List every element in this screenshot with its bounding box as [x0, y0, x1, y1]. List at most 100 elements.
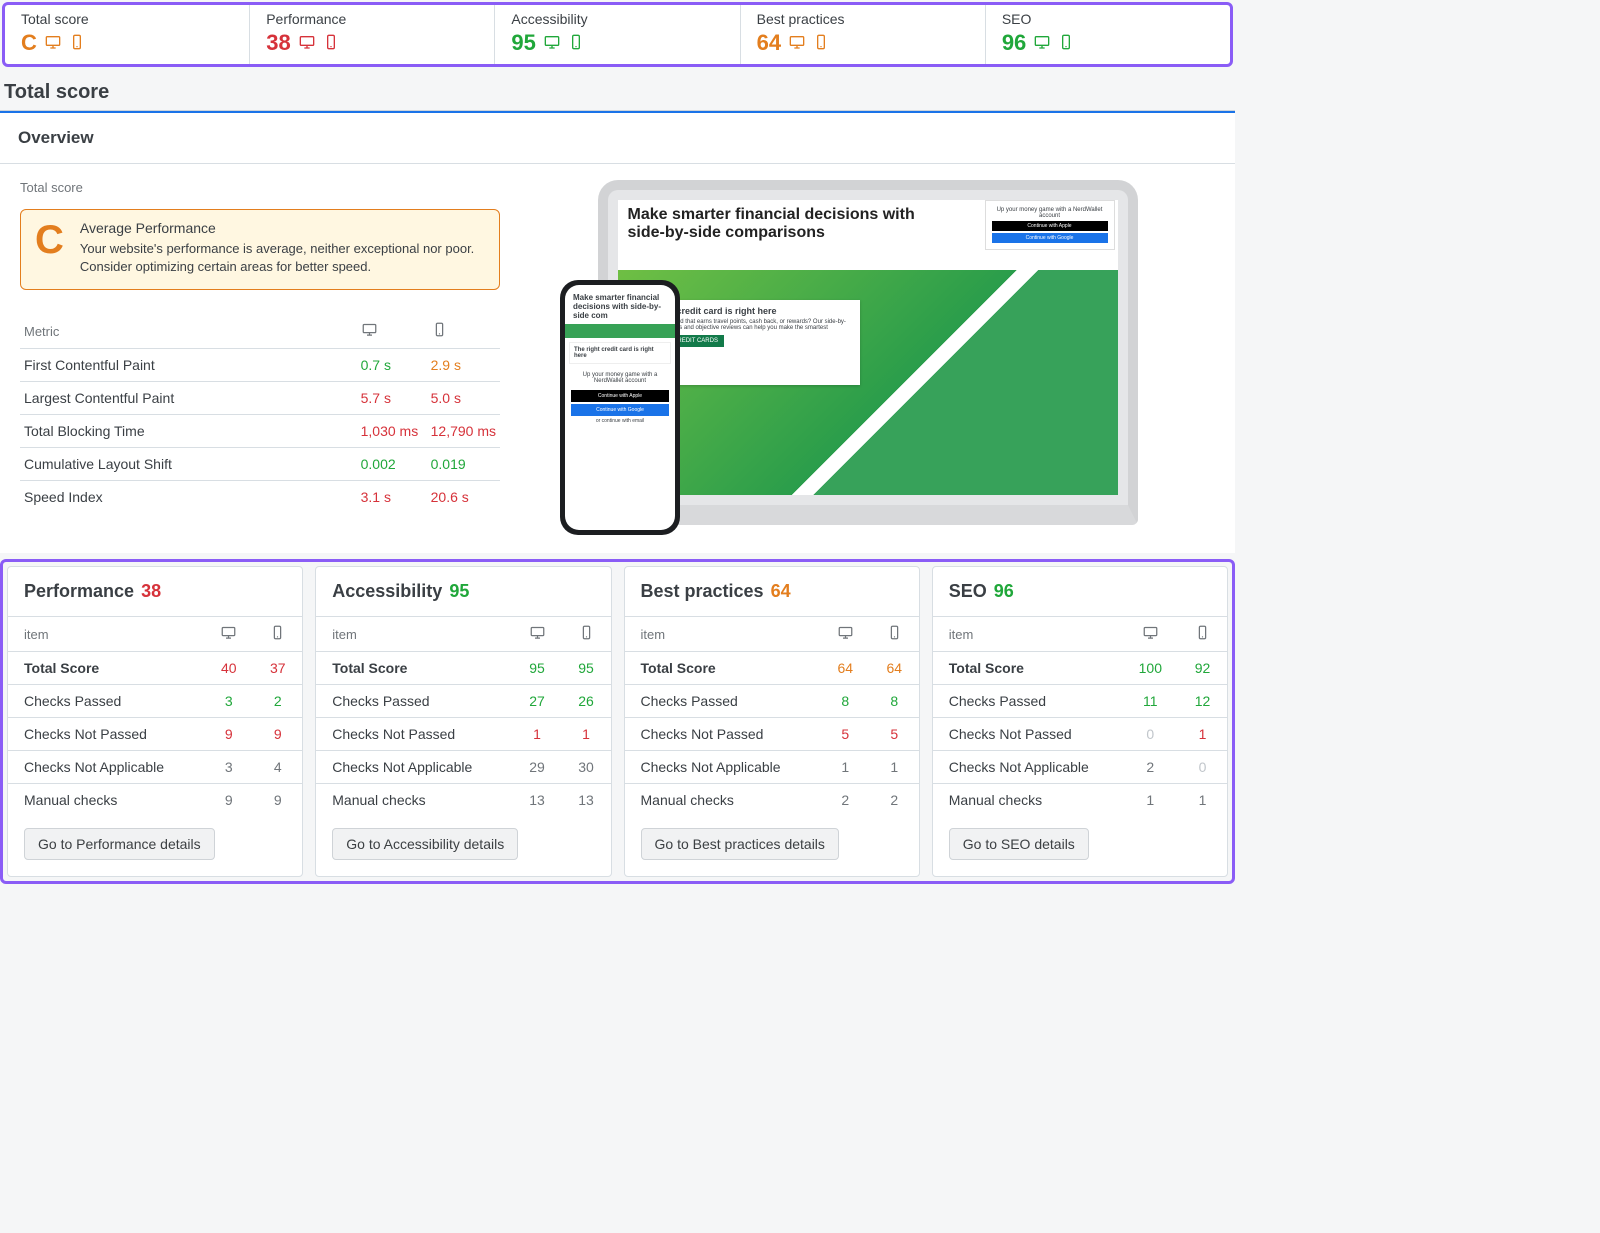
- card-row-label: Manual checks: [8, 784, 204, 817]
- card-mobile-value: 12: [1178, 685, 1227, 718]
- card-desktop-value: 2: [1123, 751, 1178, 784]
- detail-card: Accessibility 95 item Total Score 95 95 …: [315, 566, 611, 877]
- card-score: 64: [771, 581, 791, 601]
- summary-col-4[interactable]: SEO 96: [986, 5, 1230, 64]
- preview-popup: Up your money game with a NerdWallet acc…: [985, 200, 1115, 250]
- summary-score: 96: [1002, 30, 1026, 56]
- preview-mobile-hero: Make smarter financial decisions with si…: [565, 285, 675, 324]
- mobile-icon: [68, 34, 86, 53]
- card-row-label: Total Score: [8, 652, 204, 685]
- metric-label: First Contentful Paint: [20, 349, 357, 382]
- preview-popup-head: Up your money game with a NerdWallet acc…: [992, 207, 1108, 219]
- card-row: Checks Not Applicable 29 30: [316, 751, 610, 784]
- card-title: Best practices 64: [625, 567, 919, 616]
- desktop-icon: [1123, 617, 1178, 652]
- card-row-label: Checks Not Passed: [625, 718, 821, 751]
- metric-label: Largest Contentful Paint: [20, 382, 357, 415]
- metric-desktop-value: 0.7 s: [357, 349, 427, 382]
- card-mobile-value: 1: [1178, 784, 1227, 817]
- mobile-icon: [562, 617, 611, 652]
- device-icons: [788, 34, 830, 53]
- card-desktop-value: 29: [513, 751, 562, 784]
- card-mobile-value: 1: [870, 751, 919, 784]
- preview-mobile-apple: Continue with Apple: [571, 390, 669, 402]
- card-desktop-value: 1: [1123, 784, 1178, 817]
- preview-desktop-hero: Make smarter financial decisions with si…: [628, 206, 918, 242]
- summary-col-0[interactable]: Total score C: [5, 5, 250, 64]
- metric-mobile-value: 0.019: [427, 448, 500, 481]
- desktop-icon: [361, 325, 378, 340]
- card-row-label: Manual checks: [316, 784, 512, 817]
- summary-col-2[interactable]: Accessibility 95: [495, 5, 740, 64]
- card-details-button[interactable]: Go to Best practices details: [641, 828, 839, 860]
- metric-mobile-value: 2.9 s: [427, 349, 500, 382]
- card-row-label: Total Score: [933, 652, 1123, 685]
- metric-label: Total Blocking Time: [20, 415, 357, 448]
- card-row: Checks Not Applicable 3 4: [8, 751, 302, 784]
- metric-desktop-value: 3.1 s: [357, 481, 427, 514]
- score-callout: C Average Performance Your website's per…: [20, 209, 500, 290]
- card-score: 95: [449, 581, 469, 601]
- metric-label: Speed Index: [20, 481, 357, 514]
- card-mobile-value: 64: [870, 652, 919, 685]
- summary-col-1[interactable]: Performance 38: [250, 5, 495, 64]
- preview-mobile-popup-head: Up your money game with a NerdWallet acc…: [565, 368, 675, 388]
- callout-grade: C: [35, 220, 64, 275]
- summary-label: Accessibility: [511, 11, 723, 27]
- card-item-head: item: [316, 617, 512, 652]
- callout-head: Average Performance: [80, 220, 485, 236]
- card-score: 38: [141, 581, 161, 601]
- top-summary-bar: Total score C Performance 38 Accessibili…: [2, 2, 1233, 67]
- card-row-label: Manual checks: [625, 784, 821, 817]
- card-mobile-value: 37: [253, 652, 302, 685]
- card-row-label: Checks Passed: [8, 685, 204, 718]
- summary-score: 64: [757, 30, 781, 56]
- card-row: Total Score 100 92: [933, 652, 1227, 685]
- detail-cards-row: Performance 38 item Total Score 40 37 Ch…: [0, 559, 1235, 884]
- mobile-icon: [431, 325, 448, 340]
- card-mobile-value: 13: [562, 784, 611, 817]
- card-row: Checks Not Passed 9 9: [8, 718, 302, 751]
- card-details-button[interactable]: Go to Performance details: [24, 828, 215, 860]
- card-row: Checks Not Applicable 2 0: [933, 751, 1227, 784]
- summary-label: Total score: [21, 11, 233, 27]
- card-mobile-value: 0: [1178, 751, 1227, 784]
- card-row-label: Checks Passed: [625, 685, 821, 718]
- detail-card: SEO 96 item Total Score 100 92 Checks Pa…: [932, 566, 1228, 877]
- card-row: Manual checks 13 13: [316, 784, 610, 817]
- card-details-button[interactable]: Go to SEO details: [949, 828, 1089, 860]
- desktop-icon: [1033, 34, 1051, 53]
- card-item-head: item: [625, 617, 821, 652]
- mobile-icon: [870, 617, 919, 652]
- card-row: Checks Not Passed 0 1: [933, 718, 1227, 751]
- card-row: Checks Passed 11 12: [933, 685, 1227, 718]
- card-row-label: Checks Not Applicable: [625, 751, 821, 784]
- card-row: Checks Passed 27 26: [316, 685, 610, 718]
- card-row: Manual checks 2 2: [625, 784, 919, 817]
- card-desktop-value: 2: [821, 784, 870, 817]
- desktop-icon-head: [357, 314, 427, 349]
- summary-score: C: [21, 30, 37, 56]
- card-mobile-value: 30: [562, 751, 611, 784]
- summary-col-3[interactable]: Best practices 64: [741, 5, 986, 64]
- card-row: Total Score 40 37: [8, 652, 302, 685]
- preview-mobile-email: or continue with email: [565, 418, 675, 424]
- card-desktop-value: 95: [513, 652, 562, 685]
- card-desktop-value: 3: [204, 685, 253, 718]
- device-icons: [1033, 34, 1075, 53]
- card-mobile-value: 2: [870, 784, 919, 817]
- card-desktop-value: 0: [1123, 718, 1178, 751]
- card-desktop-value: 5: [821, 718, 870, 751]
- device-icons: [298, 34, 340, 53]
- desktop-icon: [543, 34, 561, 53]
- card-mobile-value: 5: [870, 718, 919, 751]
- card-desktop-value: 3: [204, 751, 253, 784]
- desktop-icon: [298, 34, 316, 53]
- card-table: item Total Score 95 95 Checks Passed 27 …: [316, 616, 610, 816]
- card-details-button[interactable]: Go to Accessibility details: [332, 828, 518, 860]
- card-desktop-value: 8: [821, 685, 870, 718]
- card-row: Total Score 95 95: [316, 652, 610, 685]
- mobile-icon: [1057, 34, 1075, 53]
- card-table: item Total Score 40 37 Checks Passed 3 2…: [8, 616, 302, 816]
- metric-mobile-value: 20.6 s: [427, 481, 500, 514]
